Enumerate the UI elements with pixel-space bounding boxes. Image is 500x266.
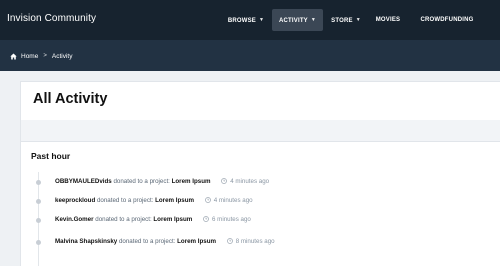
- activity-project[interactable]: Lorem Ipsum: [172, 178, 211, 185]
- activity-feed: Past hour OBBYMAULEDvids donated to a pr…: [20, 142, 500, 266]
- breadcrumb-current: Activity: [51, 52, 73, 60]
- activity-text: Kevin.Gomer donated to a project: Lorem …: [55, 216, 251, 223]
- nav-store[interactable]: STORE ▼: [328, 9, 364, 31]
- nav-crowdfunding-label: CROWDFUNDING: [420, 17, 474, 23]
- activity-action: donated to a project:: [118, 238, 176, 245]
- chevron-down-icon: ▼: [355, 17, 361, 23]
- nav-activity[interactable]: ACTIVITY ▼: [272, 9, 323, 31]
- activity-project[interactable]: Lorem Ipsum: [177, 238, 216, 245]
- activity-time: 8 minutes ago: [226, 238, 275, 245]
- activity-project[interactable]: Lorem Ipsum: [155, 197, 194, 204]
- section-title: Past hour: [31, 151, 71, 161]
- timeline-dot: [36, 218, 41, 223]
- list-item: keeprockloud donated to a project: Lorem…: [21, 195, 500, 207]
- timeline-dot: [36, 199, 41, 204]
- site-header: Invision Community BROWSE ▼ ACTIVITY ▼ STO…: [0, 0, 500, 40]
- nav-activity-label: ACTIVITY: [278, 18, 308, 24]
- home-icon: [10, 53, 17, 59]
- page-header-card: All Activity: [20, 81, 500, 121]
- clock-icon: [204, 197, 211, 203]
- activity-time-label: 4 minutes ago: [213, 197, 253, 204]
- chevron-down-icon: ▼: [310, 17, 317, 23]
- activity-text: OBBYMAULEDvids donated to a project: Lor…: [55, 178, 269, 185]
- list-item: OBBYMAULEDvids donated to a project: Lor…: [21, 176, 500, 188]
- activity-action: donated to a project:: [96, 197, 154, 204]
- activity-time: 6 minutes ago: [203, 216, 251, 223]
- activity-time-label: 4 minutes ago: [230, 178, 270, 185]
- page-title: All Activity: [33, 91, 108, 107]
- activity-time: 4 minutes ago: [204, 197, 253, 204]
- nav-browse-label: BROWSE: [227, 18, 257, 24]
- nav-browse[interactable]: BROWSE ▼: [224, 9, 268, 31]
- breadcrumb-bar: Home > Activity: [0, 40, 500, 71]
- breadcrumb: Home > Activity: [10, 51, 72, 61]
- timeline-dot: [36, 240, 41, 245]
- clock-icon: [226, 238, 233, 244]
- activity-project[interactable]: Lorem Ipsum: [153, 216, 192, 223]
- list-item: Malvina Shapskinsky donated to a project…: [21, 236, 500, 248]
- activity-text: Malvina Shapskinsky donated to a project…: [55, 238, 275, 245]
- activity-user[interactable]: OBBYMAULEDvids: [55, 178, 112, 185]
- activity-user[interactable]: Malvina Shapskinsky: [55, 238, 117, 245]
- activity-action: donated to a project:: [113, 178, 170, 185]
- filter-bar: [20, 120, 500, 142]
- nav-store-label: STORE: [331, 18, 353, 24]
- activity-time: 4 minutes ago: [221, 178, 269, 185]
- activity-user[interactable]: keeprockloud: [55, 197, 95, 204]
- list-item: Kevin.Gomer donated to a project: Lorem …: [21, 214, 500, 226]
- activity-text: keeprockloud donated to a project: Lorem…: [55, 197, 253, 204]
- clock-icon: [221, 178, 228, 184]
- breadcrumb-separator: >: [43, 53, 47, 59]
- nav-crowdfunding[interactable]: CROWDFUNDING: [416, 9, 478, 31]
- nav-movies-label: MOVIES: [375, 17, 401, 23]
- chevron-down-icon: ▼: [259, 17, 265, 23]
- clock-icon: [203, 216, 209, 222]
- activity-time-label: 6 minutes ago: [212, 216, 251, 223]
- activity-user[interactable]: Kevin.Gomer: [55, 216, 94, 223]
- activity-time-label: 8 minutes ago: [235, 238, 275, 245]
- breadcrumb-home[interactable]: Home: [21, 53, 38, 60]
- nav-movies[interactable]: MOVIES: [370, 9, 406, 31]
- activity-action: donated to a project:: [95, 216, 152, 223]
- timeline-dot: [36, 180, 41, 185]
- main-nav: BROWSE ▼ ACTIVITY ▼ STORE ▼ MOVIES CROWDFUN…: [0, 9, 500, 31]
